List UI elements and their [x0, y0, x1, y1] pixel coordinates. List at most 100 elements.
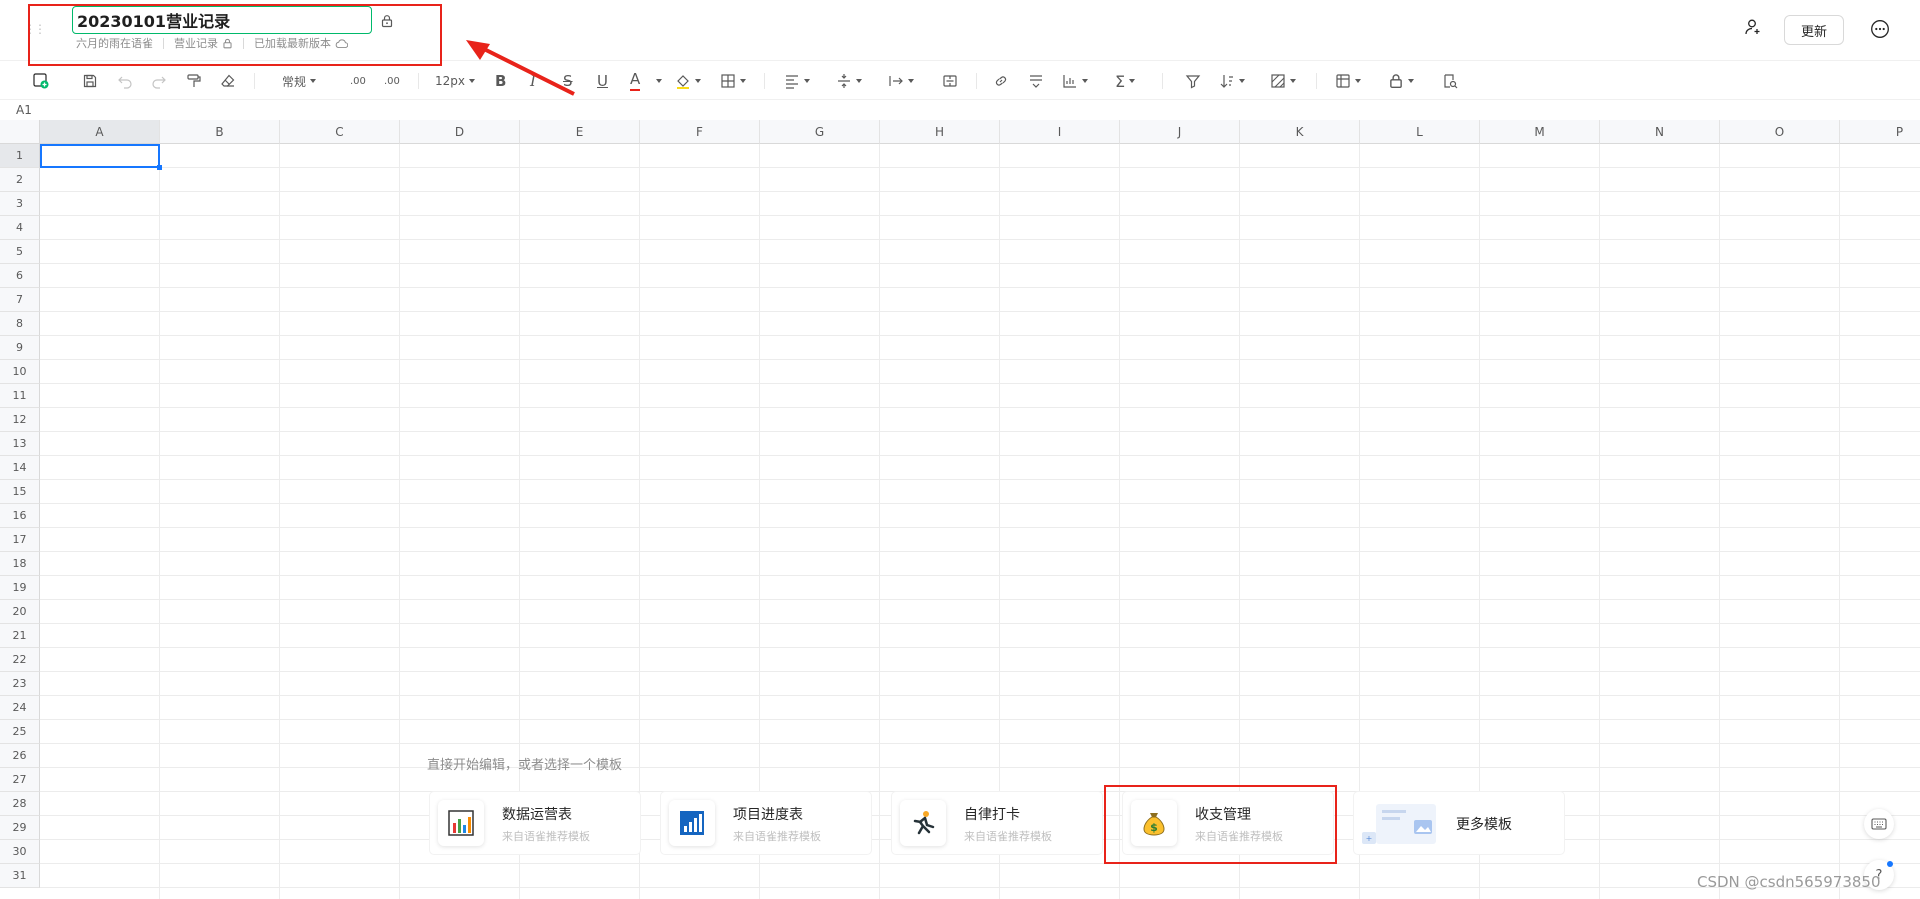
row-header[interactable]: 23: [0, 672, 40, 696]
row-header[interactable]: 30: [0, 840, 40, 864]
watermark: CSDN @csdn565973850: [1697, 873, 1881, 891]
strikethrough-button[interactable]: S: [563, 69, 573, 93]
row-header[interactable]: 18: [0, 552, 40, 576]
template-card[interactable]: 项目进度表 来自语雀推荐模板: [661, 792, 871, 854]
column-header[interactable]: I: [1000, 120, 1120, 144]
row-header[interactable]: 17: [0, 528, 40, 552]
template-name: 自律打卡: [964, 807, 1020, 823]
row-header[interactable]: 13: [0, 432, 40, 456]
row-header[interactable]: 19: [0, 576, 40, 600]
more-templates-card[interactable]: + 更多模板: [1354, 792, 1564, 854]
template-source: 来自语雀推荐模板: [733, 830, 821, 843]
row-header[interactable]: 27: [0, 768, 40, 792]
template-source: 来自语雀推荐模板: [964, 830, 1052, 843]
column-header[interactable]: P: [1840, 120, 1920, 144]
row-header[interactable]: 8: [0, 312, 40, 336]
column-header[interactable]: N: [1600, 120, 1720, 144]
column-header[interactable]: J: [1120, 120, 1240, 144]
font-color-caret[interactable]: [652, 69, 662, 93]
keyboard-icon: [1871, 818, 1887, 830]
column-header[interactable]: D: [400, 120, 520, 144]
annotation-box-title: [28, 4, 442, 66]
text-wrap-icon[interactable]: [888, 69, 914, 93]
more-options-icon[interactable]: [1870, 19, 1890, 43]
link-icon[interactable]: [993, 69, 1009, 93]
column-header[interactable]: L: [1360, 120, 1480, 144]
format-painter-icon[interactable]: [186, 69, 202, 93]
spreadsheet-grid[interactable]: ABCDEFGHIJKLMNOP 1 2 3 4 5 6 7 8 9 10 11 12 13 14 15 16…: [0, 120, 1920, 899]
vertical-align-icon[interactable]: [836, 69, 862, 93]
italic-button[interactable]: I: [530, 69, 536, 93]
column-header[interactable]: C: [280, 120, 400, 144]
update-button[interactable]: 更新: [1784, 15, 1844, 45]
freeze-icon[interactable]: [1335, 69, 1361, 93]
merge-cells-icon[interactable]: [942, 69, 958, 93]
row-header[interactable]: 5: [0, 240, 40, 264]
column-header[interactable]: K: [1240, 120, 1360, 144]
increase-decimal-button[interactable]: .00: [384, 69, 400, 93]
column-header[interactable]: M: [1480, 120, 1600, 144]
column-header[interactable]: G: [760, 120, 880, 144]
clear-format-icon[interactable]: [220, 69, 236, 93]
font-color-button[interactable]: A: [630, 69, 641, 91]
row-header[interactable]: 16: [0, 504, 40, 528]
row-header[interactable]: 9: [0, 336, 40, 360]
protect-lock-icon[interactable]: [1388, 69, 1414, 93]
row-header[interactable]: 21: [0, 624, 40, 648]
fill-color-icon[interactable]: [675, 69, 701, 93]
row-header[interactable]: 12: [0, 408, 40, 432]
keyboard-shortcuts-button[interactable]: [1864, 809, 1894, 839]
column-header[interactable]: O: [1720, 120, 1840, 144]
underline-button[interactable]: U: [597, 69, 608, 93]
filter-view-icon[interactable]: [1028, 69, 1044, 93]
template-name: 项目进度表: [733, 807, 803, 823]
horizontal-align-icon[interactable]: [784, 69, 810, 93]
row-header[interactable]: 4: [0, 216, 40, 240]
template-card[interactable]: 数据运营表 来自语雀推荐模板: [430, 792, 640, 854]
insert-sheet-icon[interactable]: [32, 69, 50, 93]
select-all-corner[interactable]: [0, 120, 40, 144]
formula-button[interactable]: Σ: [1115, 69, 1136, 93]
row-header[interactable]: 31: [0, 864, 40, 888]
border-icon[interactable]: [720, 69, 746, 93]
redo-icon[interactable]: [151, 69, 167, 93]
row-header[interactable]: 10: [0, 360, 40, 384]
column-header[interactable]: H: [880, 120, 1000, 144]
number-format-dropdown[interactable]: 常规: [282, 69, 317, 93]
template-card[interactable]: 自律打卡 来自语雀推荐模板: [892, 792, 1102, 854]
sort-icon[interactable]: [1219, 69, 1245, 93]
font-size-dropdown[interactable]: 12px: [435, 69, 475, 93]
row-header[interactable]: 26: [0, 744, 40, 768]
row-header[interactable]: 3: [0, 192, 40, 216]
row-header[interactable]: 25: [0, 720, 40, 744]
chart-icon[interactable]: [1062, 69, 1088, 93]
column-header[interactable]: E: [520, 120, 640, 144]
column-header[interactable]: B: [160, 120, 280, 144]
bold-button[interactable]: B: [495, 69, 506, 93]
row-header[interactable]: 6: [0, 264, 40, 288]
row-header[interactable]: 7: [0, 288, 40, 312]
row-header[interactable]: 20: [0, 600, 40, 624]
row-header[interactable]: 2: [0, 168, 40, 192]
conditional-format-icon[interactable]: [1270, 69, 1296, 93]
add-collaborator-icon[interactable]: [1744, 18, 1762, 40]
row-header[interactable]: 11: [0, 384, 40, 408]
row-header[interactable]: 15: [0, 480, 40, 504]
undo-icon[interactable]: [117, 69, 133, 93]
row-header[interactable]: 1: [0, 144, 40, 168]
fill-handle[interactable]: [157, 165, 162, 170]
row-header[interactable]: 14: [0, 456, 40, 480]
find-icon[interactable]: [1442, 69, 1458, 93]
row-header[interactable]: 22: [0, 648, 40, 672]
save-icon[interactable]: [82, 69, 98, 93]
column-header[interactable]: A: [40, 120, 160, 144]
selected-cell[interactable]: [40, 144, 160, 168]
row-header[interactable]: 28: [0, 792, 40, 816]
row-header[interactable]: 24: [0, 696, 40, 720]
filter-icon[interactable]: [1185, 69, 1201, 93]
column-header[interactable]: F: [640, 120, 760, 144]
cell-area[interactable]: [40, 144, 1920, 899]
decrease-decimal-button[interactable]: .00: [350, 69, 366, 93]
cell-reference[interactable]: A1: [16, 103, 32, 117]
row-header[interactable]: 29: [0, 816, 40, 840]
